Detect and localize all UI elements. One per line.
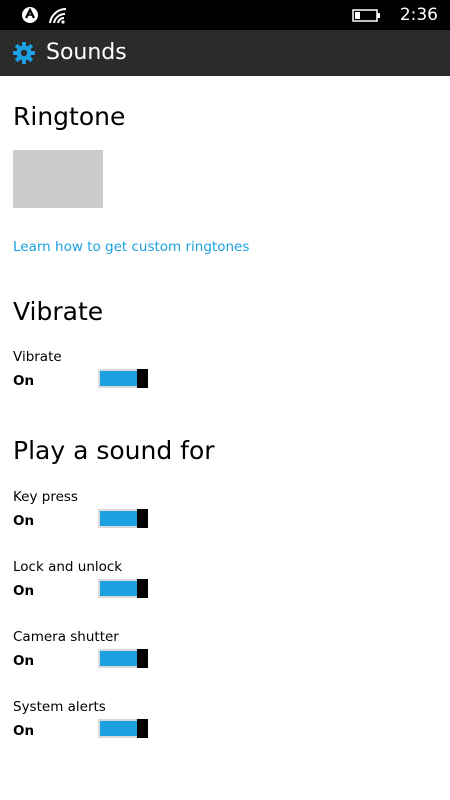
play-sound-heading: Play a sound for	[13, 436, 215, 465]
vibrate-state: On	[13, 373, 35, 389]
lock-unlock-toggle[interactable]	[98, 579, 148, 598]
vibrate-heading: Vibrate	[13, 297, 104, 326]
custom-ringtones-link[interactable]: Learn how to get custom ringtones	[13, 238, 249, 256]
ringtone-picker[interactable]	[13, 150, 103, 208]
toggle-fill	[100, 581, 137, 596]
page-title: Sounds	[46, 40, 127, 65]
gear-icon	[12, 41, 36, 65]
key-press-label: Key press	[13, 489, 78, 505]
toggle-fill	[100, 371, 137, 386]
lock-unlock-state: On	[13, 583, 35, 599]
toggle-fill	[100, 721, 137, 736]
lock-unlock-label: Lock and unlock	[13, 559, 123, 575]
toggle-thumb	[137, 369, 148, 388]
key-press-toggle[interactable]	[98, 509, 148, 528]
toggle-thumb	[137, 579, 148, 598]
system-alerts-toggle[interactable]	[98, 719, 148, 738]
nfc-icon	[20, 4, 40, 26]
vibrate-toggle[interactable]	[98, 369, 148, 388]
vibrate-label: Vibrate	[13, 349, 62, 365]
toggle-fill	[100, 511, 137, 526]
battery-icon	[352, 4, 382, 26]
key-press-state: On	[13, 513, 35, 529]
system-alerts-label: System alerts	[13, 699, 106, 715]
toggle-fill	[100, 651, 137, 666]
toggle-thumb	[137, 649, 148, 668]
camera-shutter-toggle[interactable]	[98, 649, 148, 668]
toggle-thumb	[137, 719, 148, 738]
status-bar: 2:36	[0, 0, 450, 30]
app-header: Sounds	[0, 30, 450, 76]
camera-shutter-state: On	[13, 653, 35, 669]
camera-shutter-label: Camera shutter	[13, 629, 119, 645]
toggle-thumb	[137, 509, 148, 528]
signal-icon	[48, 4, 68, 26]
status-time: 2:36	[399, 5, 438, 25]
system-alerts-state: On	[13, 723, 35, 739]
ringtone-heading: Ringtone	[13, 102, 126, 131]
